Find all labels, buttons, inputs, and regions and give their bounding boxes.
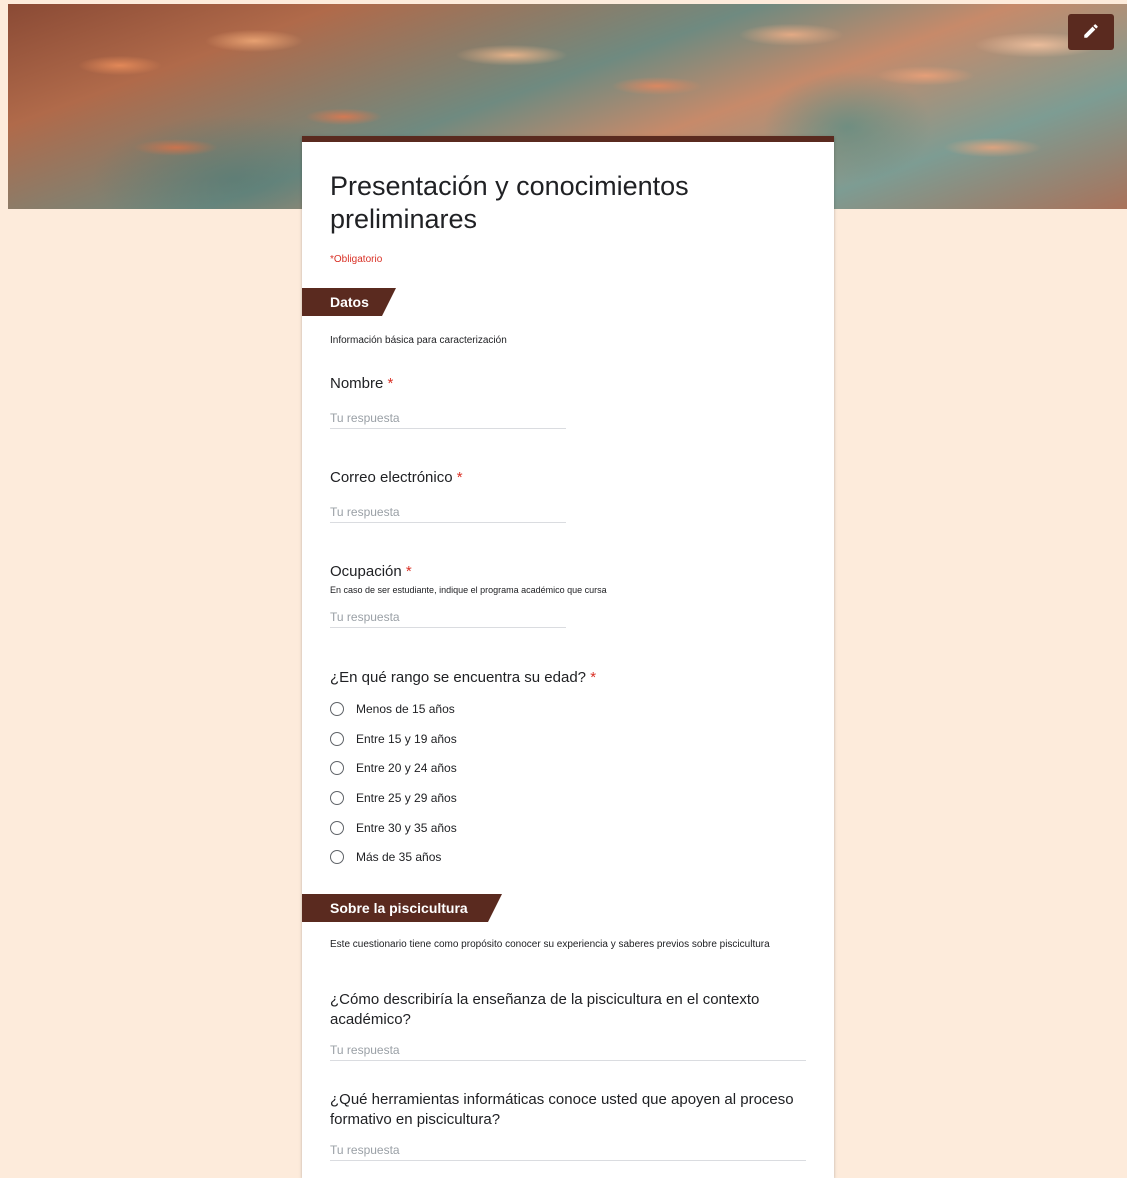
radio-option-edad[interactable]: Entre 30 y 35 años: [330, 817, 457, 839]
question-ocupacion-label: Ocupación *: [330, 562, 810, 582]
radio-option-label: Entre 20 y 24 años: [356, 761, 457, 775]
radio-option-label: Menos de 15 años: [356, 702, 455, 716]
radio-option-edad[interactable]: Entre 20 y 24 años: [330, 757, 457, 779]
form-title: Presentación y conocimientos preliminare…: [330, 171, 689, 234]
pencil-icon: [1082, 22, 1100, 43]
radio-button-icon[interactable]: [330, 850, 344, 864]
radio-option-label: Entre 25 y 29 años: [356, 791, 457, 805]
question-nombre-label: Nombre *: [330, 374, 810, 394]
required-asterisk: *: [590, 669, 597, 686]
radio-button-icon[interactable]: [330, 732, 344, 746]
question-nombre-text: Nombre: [330, 375, 384, 392]
radio-option-label: Entre 30 y 35 años: [356, 821, 457, 835]
section-description-piscicultura: Este cuestionario tiene como propósito c…: [330, 939, 770, 950]
radio-option-edad[interactable]: Más de 35 años: [330, 846, 441, 868]
radio-option-edad[interactable]: Menos de 15 años: [330, 698, 455, 720]
correo-input[interactable]: [330, 501, 566, 523]
edit-button[interactable]: [1068, 14, 1114, 50]
section-header-piscicultura: Sobre la piscicultura: [302, 894, 502, 922]
herramientas-input[interactable]: [330, 1139, 806, 1161]
radio-option-label: Entre 15 y 19 años: [356, 732, 457, 746]
required-asterisk: *: [387, 375, 394, 392]
radio-option-label: Más de 35 años: [356, 850, 442, 864]
section-description-datos: Información básica para caracterización: [330, 335, 507, 346]
nombre-input[interactable]: [330, 407, 566, 429]
ocupacion-input[interactable]: [330, 606, 566, 628]
ensenanza-input[interactable]: [330, 1039, 806, 1061]
section-header-datos: Datos: [302, 288, 396, 316]
radio-option-edad[interactable]: Entre 15 y 19 años: [330, 728, 457, 750]
form-card: Presentación y conocimientos preliminare…: [302, 136, 834, 1178]
question-edad-text: ¿En qué rango se encuentra su edad?: [330, 669, 587, 686]
radio-button-icon[interactable]: [330, 702, 344, 716]
radio-option-edad[interactable]: Entre 25 y 29 años: [330, 787, 457, 809]
radio-button-icon[interactable]: [330, 821, 344, 835]
question-herramientas-label: ¿Qué herramientas informáticas conoce us…: [330, 1091, 794, 1128]
radio-button-icon[interactable]: [330, 791, 344, 805]
radio-button-icon[interactable]: [330, 761, 344, 775]
question-correo-text: Correo electrónico: [330, 469, 453, 486]
question-edad-label: ¿En qué rango se encuentra su edad? *: [330, 668, 810, 688]
question-correo-label: Correo electrónico *: [330, 468, 810, 488]
required-note: *Obligatorio: [330, 254, 383, 265]
required-asterisk: *: [405, 563, 412, 580]
question-ocupacion-text: Ocupación: [330, 563, 402, 580]
question-ensenanza-label: ¿Cómo describiría la enseñanza de la pis…: [330, 991, 760, 1028]
question-ocupacion-help: En caso de ser estudiante, indique el pr…: [330, 585, 607, 595]
required-asterisk: *: [456, 469, 463, 486]
